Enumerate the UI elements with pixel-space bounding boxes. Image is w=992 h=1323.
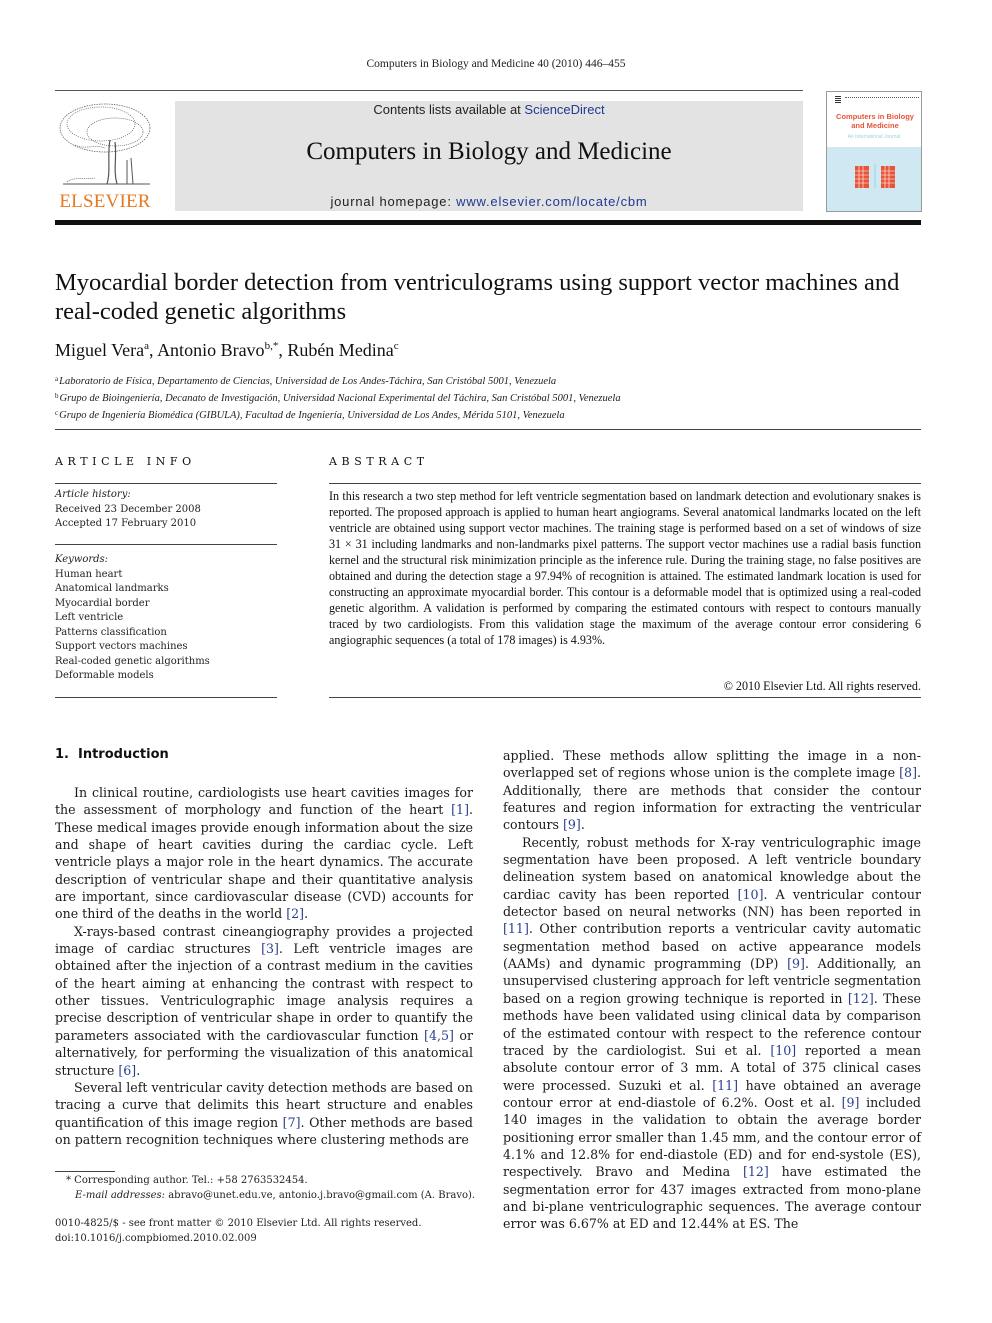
cover-logo-icon <box>835 95 841 103</box>
keyword: Real-coded genetic algorithms <box>55 655 210 667</box>
citation-link[interactable]: [3] <box>261 941 279 956</box>
journal-title: Computers in Biology and Medicine <box>306 138 672 165</box>
cover-title: Computers in Biology and Medicine <box>829 112 921 130</box>
citation-link[interactable]: [10] <box>770 1043 796 1058</box>
body-column-right: applied. These methods allow splitting t… <box>503 747 921 1233</box>
accepted-date: Accepted 17 February 2010 <box>55 518 197 529</box>
affiliation-text: Grupo de Bioingeniería, Decanato de Inve… <box>59 393 621 404</box>
citation-link[interactable]: [2] <box>286 906 304 921</box>
citation-link[interactable]: [9] <box>842 1095 860 1110</box>
section-title: Introduction <box>77 747 169 762</box>
citation-link[interactable]: [7] <box>283 1115 301 1130</box>
cover-subtitle: An International Journal <box>847 134 901 140</box>
contents-line: Contents lists available at ScienceDirec… <box>175 102 803 117</box>
footnote-divider <box>55 1171 115 1172</box>
affiliation-text: Laboratorio de Física, Departamento de C… <box>59 376 557 387</box>
contents-prefix: Contents lists available at <box>373 102 525 117</box>
section-number: 1. <box>55 747 69 762</box>
email-line: E-mail addresses: abravo@unet.edu.ve, an… <box>55 1189 475 1204</box>
email-label: E-mail addresses: <box>75 1189 166 1201</box>
affiliation: aLaboratorio de Física, Departamento de … <box>55 372 621 389</box>
citation-link[interactable]: [4,5] <box>424 1028 454 1043</box>
author-name[interactable]: Miguel Vera <box>55 340 144 360</box>
article-history: Article history: Received 23 December 20… <box>55 488 201 532</box>
citation-link[interactable]: [11] <box>712 1078 738 1093</box>
email-addresses[interactable]: abravo@unet.edu.ve, antonio.j.bravo@gmai… <box>165 1190 475 1201</box>
corresponding-author-footnote: * Corresponding author. Tel.: +58 276353… <box>55 1174 475 1203</box>
affiliation-marker: a <box>55 375 59 383</box>
author-affiliation-marker: a <box>144 340 150 352</box>
author-list: Miguel Veraa, Antonio Bravob,*, Rubén Me… <box>55 340 399 360</box>
cover-issue-strip <box>845 97 919 99</box>
journal-homepage-link[interactable]: www.elsevier.com/locate/cbm <box>456 194 647 209</box>
author-name[interactable]: Rubén Medina <box>287 340 393 360</box>
article-info-heading: ARTICLE INFO <box>55 455 196 468</box>
abstract-text: In this research a two step method for l… <box>329 489 921 647</box>
author-affiliation-marker: b,* <box>264 340 279 352</box>
keyword: Myocardial border <box>55 597 150 609</box>
citation-link[interactable]: [12] <box>848 991 874 1006</box>
affiliation-marker: c <box>55 409 59 417</box>
paragraph: Several left ventricular cavity detectio… <box>55 1079 473 1147</box>
citation-link[interactable]: [9] <box>563 817 581 832</box>
doi-link[interactable]: doi:10.1016/j.compbiomed.2010.02.009 <box>55 1232 422 1247</box>
keywords-label: Keywords: <box>55 554 109 565</box>
keyword: Deformable models <box>55 670 154 681</box>
keyword: Patterns classification <box>55 626 167 638</box>
abstract-heading: ABSTRACT <box>329 455 429 468</box>
keyword: Human heart <box>55 568 123 580</box>
running-head: Computers in Biology and Medicine 40 (20… <box>366 58 626 70</box>
masthead-box: Contents lists available at ScienceDirec… <box>175 101 803 211</box>
article-title: Myocardial border detection from ventric… <box>55 269 900 325</box>
corresponding-author-line: * Corresponding author. Tel.: +58 276353… <box>66 1175 308 1186</box>
citation-link[interactable]: [1] <box>451 802 469 817</box>
keywords: Keywords: Human heart Anatomical landmar… <box>55 553 210 684</box>
affiliation-text: Grupo de Ingeniería Biomédica (GIBULA), … <box>59 410 565 421</box>
sciencedirect-link[interactable]: ScienceDirect <box>524 102 604 117</box>
keyword: Support vectors machines <box>55 641 188 652</box>
paragraph: applied. These methods allow splitting t… <box>503 748 921 833</box>
citation-link[interactable]: [12] <box>743 1164 769 1179</box>
divider <box>55 697 277 698</box>
elsevier-wordmark: ELSEVIER <box>59 191 151 212</box>
section-heading-introduction: 1. Introduction <box>55 747 169 762</box>
elsevier-logo[interactable]: ELSEVIER <box>55 100 155 212</box>
affiliation: bGrupo de Bioingeniería, Decanato de Inv… <box>55 389 621 406</box>
masthead-bottom-rule <box>55 220 921 225</box>
author-affiliation-marker: c <box>393 340 399 352</box>
keyword: Left ventricle <box>55 612 124 623</box>
keyword: Anatomical landmarks <box>55 583 169 594</box>
issn-line: 0010-4825/$ - see front matter © 2010 El… <box>55 1218 422 1229</box>
homepage-prefix: journal homepage: <box>330 194 457 209</box>
author-name[interactable]: Antonio Bravo <box>157 340 265 360</box>
cover-building-icon <box>855 164 895 188</box>
divider <box>55 544 277 545</box>
affiliation: cGrupo de Ingeniería Biomédica (GIBULA),… <box>55 406 621 423</box>
header-divider <box>55 429 921 430</box>
masthead-top-rule <box>55 90 803 91</box>
paragraph: Recently, robust methods for X-ray ventr… <box>503 834 921 1232</box>
citation-link[interactable]: [6] <box>118 1063 136 1078</box>
paragraph: X-rays-based contrast cineangiography pr… <box>55 923 474 1078</box>
citation-link[interactable]: [9] <box>787 956 805 971</box>
affiliations: aLaboratorio de Física, Departamento de … <box>55 372 621 423</box>
citation-link[interactable]: [8] <box>899 765 917 780</box>
cover-title-line-1: Computers in Biology <box>836 112 914 121</box>
divider <box>55 483 277 484</box>
paragraph: In clinical routine, cardiologists use h… <box>55 785 473 922</box>
citation-link[interactable]: [11] <box>503 921 529 936</box>
elsevier-tree-icon <box>59 103 151 185</box>
abstract-copyright: © 2010 Elsevier Ltd. All rights reserved… <box>723 679 921 693</box>
front-matter: 0010-4825/$ - see front matter © 2010 El… <box>55 1217 422 1246</box>
homepage-line: journal homepage: www.elsevier.com/locat… <box>175 194 803 209</box>
body-column-left: In clinical routine, cardiologists use h… <box>55 784 473 1148</box>
received-date: Received 23 December 2008 <box>55 503 201 515</box>
divider <box>329 483 921 484</box>
affiliation-marker: b <box>55 392 59 400</box>
citation-link[interactable]: [10] <box>738 887 764 902</box>
divider <box>329 697 921 698</box>
history-label: Article history: <box>55 489 131 500</box>
cover-title-line-2: and Medicine <box>851 121 899 130</box>
journal-cover[interactable]: Computers in Biology and Medicine An Inte… <box>826 91 922 212</box>
